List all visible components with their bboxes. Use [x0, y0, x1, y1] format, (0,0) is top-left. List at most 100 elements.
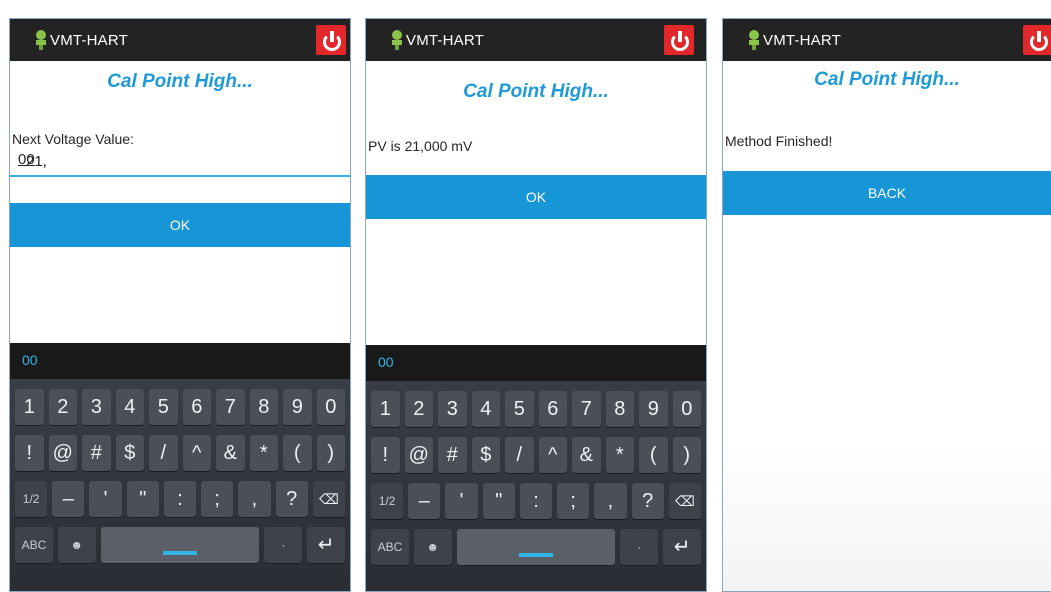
key[interactable]: ' — [89, 481, 122, 517]
key[interactable]: ; — [557, 483, 590, 519]
key[interactable]: : — [519, 483, 553, 519]
key[interactable]: – — [408, 483, 441, 519]
key[interactable]: ) — [316, 435, 345, 471]
key[interactable]: 6 — [182, 389, 211, 425]
key[interactable]: 0 — [672, 391, 701, 427]
key-row-digits: 1 2 3 4 5 6 7 8 9 0 — [15, 389, 345, 425]
space-key[interactable] — [456, 529, 616, 565]
key[interactable]: ^ — [182, 435, 211, 471]
key[interactable]: ' — [445, 483, 478, 519]
page-heading: Cal Point High... — [463, 81, 609, 102]
status-message: Method Finished! — [725, 133, 833, 149]
key[interactable]: ? — [631, 483, 664, 519]
key[interactable]: ! — [371, 437, 400, 473]
key-row-symbols: ! @ # $ / ^ & * ( ) — [371, 437, 701, 473]
key[interactable]: 7 — [572, 391, 601, 427]
key[interactable]: 8 — [605, 391, 634, 427]
robot-logo-icon — [36, 30, 46, 50]
input-value-prefix: 21, — [26, 153, 47, 170]
suggestion[interactable]: 00 — [378, 354, 394, 370]
suggestion-strip: 00 — [366, 345, 706, 381]
key[interactable]: / — [149, 435, 178, 471]
key[interactable]: 5 — [149, 389, 178, 425]
key[interactable]: 4 — [115, 389, 144, 425]
key[interactable]: 5 — [505, 391, 534, 427]
suggestion-strip: 00 — [10, 343, 350, 379]
key[interactable]: 8 — [249, 389, 278, 425]
key[interactable]: 1 — [15, 389, 44, 425]
key[interactable]: * — [249, 435, 278, 471]
enter-icon[interactable]: ↵ — [307, 527, 346, 563]
key[interactable]: ; — [201, 481, 234, 517]
key[interactable]: " — [482, 483, 515, 519]
soft-keyboard: 00 1 2 3 4 5 6 7 8 9 0 ! @ # $ / ^ & * (… — [10, 343, 350, 591]
emoji-icon[interactable]: ☻ — [57, 527, 96, 563]
key[interactable]: ? — [275, 481, 308, 517]
key[interactable]: 3 — [82, 389, 111, 425]
key[interactable]: $ — [115, 435, 144, 471]
screen-pv-value: VMT-HART Cal Point High... PV is 21,000 … — [365, 18, 707, 592]
soft-keyboard: 00 1 2 3 4 5 6 7 8 9 0 ! @ # $ / ^ & * (… — [366, 345, 706, 591]
back-button[interactable]: BACK — [723, 171, 1051, 215]
emoji-icon[interactable]: ☻ — [413, 529, 452, 565]
ok-button[interactable]: OK — [366, 175, 706, 219]
backspace-icon[interactable]: ⌫ — [312, 481, 345, 517]
key[interactable]: @ — [404, 437, 433, 473]
key[interactable]: 6 — [538, 391, 567, 427]
dot-key[interactable]: · — [264, 527, 303, 563]
key[interactable]: 0 — [316, 389, 345, 425]
key[interactable]: ( — [283, 435, 312, 471]
key-half[interactable]: 1/2 — [15, 481, 48, 517]
key[interactable]: ) — [672, 437, 701, 473]
app-bar: VMT-HART — [366, 19, 706, 61]
key[interactable]: ! — [15, 435, 44, 471]
key[interactable]: 9 — [639, 391, 668, 427]
key[interactable]: 4 — [471, 391, 500, 427]
power-button[interactable] — [664, 25, 694, 55]
screen-next-voltage: VMT-HART Cal Point High... Next Voltage … — [9, 18, 351, 592]
enter-icon[interactable]: ↵ — [663, 529, 702, 565]
key[interactable]: : — [163, 481, 197, 517]
key[interactable]: 2 — [404, 391, 433, 427]
key[interactable]: 1 — [371, 391, 400, 427]
key[interactable]: @ — [48, 435, 77, 471]
backspace-icon[interactable]: ⌫ — [668, 483, 701, 519]
power-button[interactable] — [1023, 25, 1051, 55]
suggestion[interactable]: 00 — [22, 352, 38, 368]
key-row-bottom: ABC ☻ · ↵ — [15, 527, 346, 563]
key[interactable]: ^ — [538, 437, 567, 473]
field-label: Next Voltage Value: — [12, 131, 134, 147]
key[interactable]: " — [126, 481, 159, 517]
key[interactable]: # — [438, 437, 467, 473]
voltage-input[interactable]: 21, 00 — [10, 149, 350, 177]
key[interactable]: / — [505, 437, 534, 473]
key[interactable]: * — [605, 437, 634, 473]
key[interactable]: # — [82, 435, 111, 471]
space-key[interactable] — [100, 527, 260, 563]
robot-logo-icon — [392, 30, 402, 50]
key[interactable]: , — [238, 481, 271, 517]
key[interactable]: 9 — [283, 389, 312, 425]
key-half[interactable]: 1/2 — [371, 483, 404, 519]
ok-button[interactable]: OK — [10, 203, 350, 247]
pv-message: PV is 21,000 mV — [368, 138, 473, 154]
space-bar-icon — [519, 553, 554, 557]
key-row-punct: 1/2 – ' " : ; , ? ⌫ — [15, 481, 345, 517]
key-row-symbols: ! @ # $ / ^ & * ( ) — [15, 435, 345, 471]
key[interactable]: $ — [471, 437, 500, 473]
key[interactable]: – — [52, 481, 85, 517]
key[interactable]: 3 — [438, 391, 467, 427]
key[interactable]: 7 — [216, 389, 245, 425]
key[interactable]: , — [594, 483, 627, 519]
key[interactable]: & — [572, 437, 601, 473]
dot-key[interactable]: · — [620, 529, 659, 565]
key[interactable]: & — [216, 435, 245, 471]
abc-key[interactable]: ABC — [15, 527, 53, 563]
key-row-punct: 1/2 – ' " : ; , ? ⌫ — [371, 483, 701, 519]
key[interactable]: ( — [639, 437, 668, 473]
key[interactable]: 2 — [48, 389, 77, 425]
abc-key[interactable]: ABC — [371, 529, 409, 565]
power-button[interactable] — [316, 25, 346, 55]
app-title: VMT-HART — [50, 32, 128, 49]
key-row-bottom: ABC ☻ · ↵ — [371, 529, 702, 565]
